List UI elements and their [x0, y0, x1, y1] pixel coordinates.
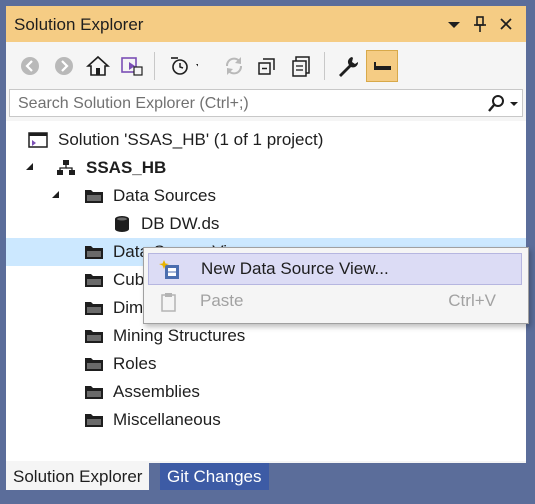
solution-icon [28, 131, 48, 149]
search-box[interactable] [9, 89, 523, 117]
toolbar [6, 42, 526, 90]
folder-icon [84, 243, 104, 261]
vs-switch-icon[interactable] [116, 50, 148, 82]
folder-icon [84, 355, 104, 373]
tree-solution-node[interactable]: Solution 'SSAS_HB' (1 of 1 project) [6, 126, 526, 154]
tree-project-node[interactable]: SSAS_HB [6, 154, 526, 182]
folder-icon [84, 271, 104, 289]
menu-item-label: Paste [200, 291, 244, 310]
pin-icon[interactable] [470, 14, 490, 34]
menu-item-new-data-source-view[interactable]: New Data Source View... [148, 253, 522, 285]
menu-item-paste[interactable]: Paste Ctrl+V [148, 286, 522, 318]
tree-item-roles[interactable]: Roles [6, 350, 526, 378]
tree-item-assemblies[interactable]: Assemblies [6, 378, 526, 406]
collapse-arrow-icon[interactable] [52, 191, 59, 198]
folder-icon [84, 299, 104, 317]
project-icon [56, 159, 76, 177]
tree-item-label: Roles [113, 354, 157, 373]
search-icon[interactable] [486, 94, 506, 119]
folder-icon [84, 187, 104, 205]
sync-icon[interactable] [218, 50, 250, 82]
panel-title-bar: Solution Explorer [6, 6, 526, 42]
folder-icon [84, 411, 104, 429]
tree-item-miscellaneous[interactable]: Miscellaneous [6, 406, 526, 434]
folder-icon [84, 383, 104, 401]
tab-solution-explorer[interactable]: Solution Explorer [6, 463, 150, 490]
solution-label: Solution 'SSAS_HB' (1 of 1 project) [58, 130, 324, 149]
collapse-arrow-icon[interactable] [26, 163, 33, 170]
tab-git-changes[interactable]: Git Changes [160, 463, 269, 490]
collapse-all-icon[interactable] [252, 50, 284, 82]
close-icon[interactable] [496, 14, 516, 34]
tree-item-mining-structures[interactable]: Mining Structures [6, 322, 526, 350]
preview-icon[interactable] [366, 50, 398, 82]
paste-icon [158, 291, 180, 313]
project-label: SSAS_HB [86, 158, 167, 177]
search-options-dropdown-icon[interactable] [508, 94, 520, 119]
pending-changes-filter-icon[interactable] [166, 50, 198, 82]
tree-item-label: Assemblies [113, 382, 200, 401]
new-data-source-view-icon [159, 259, 181, 281]
search-input[interactable] [16, 94, 470, 114]
tree-item-label: Data Sources [113, 186, 216, 205]
tree-item-db-dw[interactable]: DB DW.ds [6, 210, 526, 238]
tree-item-label: DB DW.ds [141, 214, 220, 233]
menu-item-shortcut: Ctrl+V [448, 291, 496, 310]
bottom-tab-strip: Solution Explorer Git Changes [6, 463, 526, 496]
tree-item-label: Mining Structures [113, 326, 246, 345]
dropdown-icon[interactable] [444, 14, 464, 34]
show-all-files-icon[interactable] [286, 50, 318, 82]
tree-item-data-sources[interactable]: Data Sources [6, 182, 526, 210]
toolbar-separator [324, 52, 325, 80]
folder-icon [84, 327, 104, 345]
properties-icon[interactable] [332, 50, 364, 82]
toolbar-separator [154, 52, 155, 80]
database-icon [112, 215, 132, 233]
panel-title: Solution Explorer [14, 15, 144, 34]
forward-icon[interactable] [48, 50, 80, 82]
menu-item-label: New Data Source View... [201, 259, 389, 278]
back-icon[interactable] [14, 50, 46, 82]
home-icon[interactable] [82, 50, 114, 82]
tree-item-label: Miscellaneous [113, 410, 221, 429]
context-menu: New Data Source View... Paste Ctrl+V [143, 247, 529, 324]
